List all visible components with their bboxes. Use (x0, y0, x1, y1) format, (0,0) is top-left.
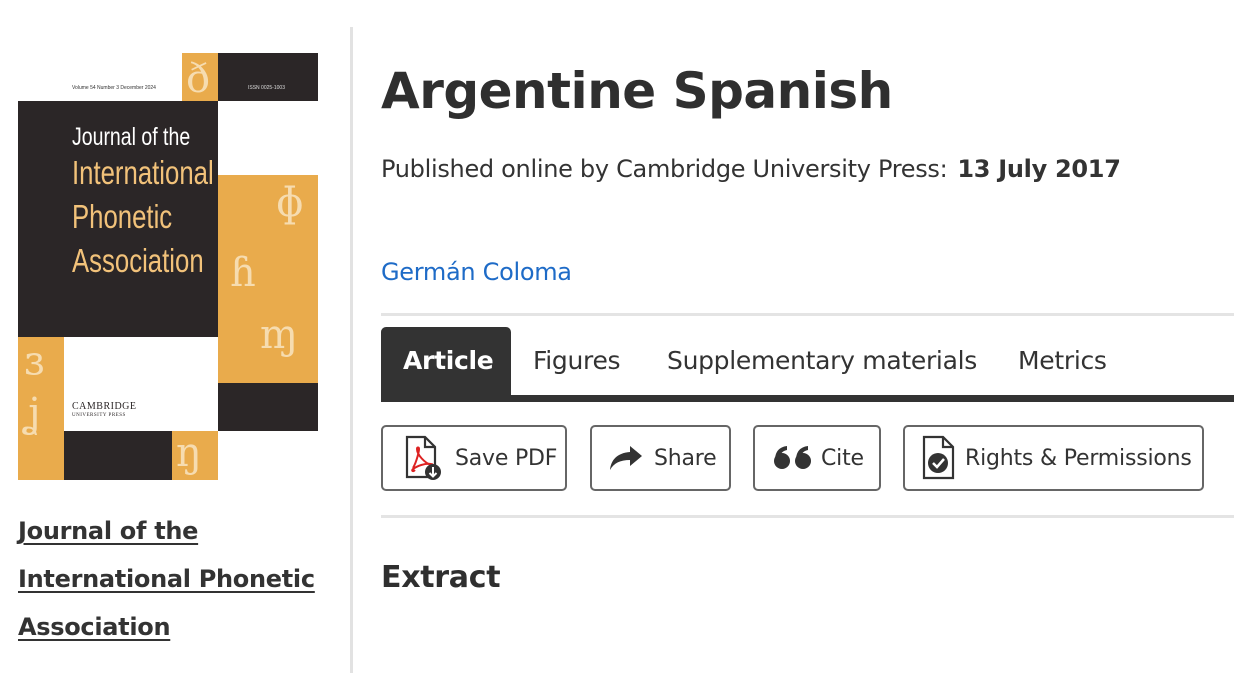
share-label: Share (654, 445, 717, 471)
published-date: 13 July 2017 (957, 155, 1121, 183)
journal-link-line[interactable]: International Phonetic (18, 555, 338, 603)
journal-cover-image[interactable]: Volume 54 Number 3 December 2024 ISSN 00… (18, 53, 318, 480)
extract-heading: Extract (381, 560, 501, 595)
tab-figures[interactable]: Figures (533, 327, 621, 395)
document-check-icon (919, 435, 959, 481)
share-button[interactable]: Share (590, 425, 731, 491)
cover-block (218, 53, 318, 101)
divider (381, 313, 1234, 316)
cover-glyph: ɸ (276, 180, 304, 226)
cover-block (64, 431, 172, 480)
rights-permissions-button[interactable]: Rights & Permissions (903, 425, 1204, 491)
cover-block (218, 383, 318, 431)
quote-icon (773, 445, 813, 471)
publication-info: Published online by Cambridge University… (381, 155, 1121, 183)
cover-publisher: CAMBRIDGE (72, 401, 137, 412)
cover-glyph: ɦ (230, 250, 256, 296)
tab-supplementary-materials[interactable]: Supplementary materials (667, 327, 977, 395)
cover-publisher-sub: UNIVERSITY PRESS (72, 413, 126, 418)
author-link[interactable]: Germán Coloma (381, 258, 572, 286)
published-prefix: Published online by Cambridge University… (381, 155, 948, 183)
cover-issue-info: Volume 54 Number 3 December 2024 (72, 85, 156, 91)
cite-label: Cite (821, 445, 864, 471)
pdf-download-icon (401, 435, 443, 481)
rights-permissions-label: Rights & Permissions (965, 445, 1192, 471)
share-arrow-icon (608, 443, 644, 473)
article-tabs: Article Figures Supplementary materials … (381, 327, 1234, 402)
tabs-underline (381, 395, 1234, 402)
article-title: Argentine Spanish (381, 62, 893, 120)
tab-metrics[interactable]: Metrics (1018, 327, 1107, 395)
cover-glyph: ð (186, 56, 211, 102)
cover-glyph: ʝ (26, 390, 41, 436)
cover-glyph: ɱ (260, 312, 298, 358)
column-divider (350, 27, 353, 673)
save-pdf-label: Save PDF (455, 445, 558, 471)
journal-title-link[interactable]: Journal of the International Phonetic As… (18, 507, 338, 651)
journal-link-line[interactable]: Journal of the (18, 507, 338, 555)
cite-button[interactable]: Cite (753, 425, 881, 491)
cover-glyph: ŋ (176, 430, 202, 476)
divider (381, 515, 1234, 518)
tab-article[interactable]: Article (381, 327, 511, 395)
cover-title-line: International (72, 154, 214, 191)
journal-link-line[interactable]: Association (18, 603, 338, 651)
cover-glyph: ɜ (24, 338, 45, 384)
cover-title-line: Phonetic (72, 198, 173, 235)
cover-title-line: Association (72, 242, 204, 279)
cover-title-line: Journal of the (72, 123, 191, 151)
cover-issn: ISSN 0025-1003 (248, 85, 285, 91)
save-pdf-button[interactable]: Save PDF (381, 425, 567, 491)
